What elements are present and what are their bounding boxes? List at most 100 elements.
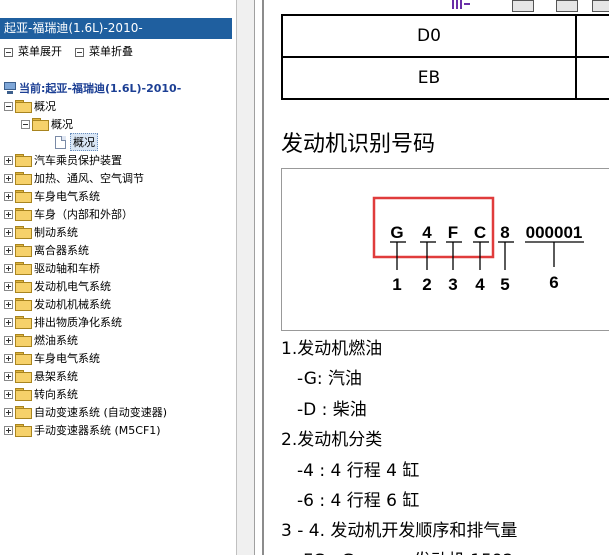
tree-item-body-electrical-2[interactable]: 车身电气系统 [4,349,100,367]
desc-item: -4 : 4 行程 4 缸 [297,461,420,481]
code-char: G [390,223,403,242]
expand-toggle-icon[interactable] [4,227,13,237]
folder-icon [15,388,32,401]
table-cell [575,56,609,100]
table-cell: EB [281,56,577,100]
tree-item-label: 燃油系统 [34,334,78,347]
toolbar-button-1[interactable] [512,0,534,12]
folder-icon [15,208,32,221]
expand-toggle-icon[interactable] [4,245,13,255]
folder-icon [15,172,32,185]
tree-item-hvac[interactable]: 加热、通风、空气调节 [4,169,144,187]
engine-code-table: D0 EB [281,14,609,100]
folder-icon [15,424,32,437]
menu-toolbar: 菜单展开 菜单折叠 [0,43,232,61]
expand-toggle-icon[interactable] [4,335,13,345]
toolbar-button-2[interactable] [556,0,578,12]
folder-icon [15,316,32,329]
collapse-toggle-icon[interactable] [21,119,30,129]
code-char: 4 [422,223,432,242]
expand-toggle-icon[interactable] [4,173,13,183]
panel-splitter[interactable] [236,0,255,555]
tree-item-engine-electrical[interactable]: 发动机电气系统 [4,277,111,295]
folder-icon [15,262,32,275]
current-vehicle[interactable]: 当前:起亚-福瑞迪(1.6L)-2010- [4,79,181,97]
expand-toggle-icon[interactable] [4,407,13,417]
collapse-icon [75,47,84,57]
expand-toggle-icon[interactable] [4,353,13,363]
expand-toggle-icon[interactable] [4,191,13,201]
tree-item-label: 车身电气系统 [34,352,100,365]
desc-heading: 1.发动机燃油 [281,339,383,359]
tree-item-emission[interactable]: 排出物质净化系统 [4,313,122,331]
expand-menu-label: 菜单展开 [18,45,62,58]
table-row: EB [281,56,609,100]
callout-number: 6 [549,273,558,292]
section-title: 发动机识别号码 [281,132,436,157]
tree-item-label: 概况 [34,100,56,113]
folder-icon [15,244,32,257]
tree-item-suspension[interactable]: 悬架系统 [4,367,78,385]
code-char: C [474,223,486,242]
desc-item: -FC : Gamma 发动机 1592 cc [297,546,538,555]
purple-marker-icon [452,0,470,9]
tree-item-steering[interactable]: 转向系统 [4,385,78,403]
expand-menu-button[interactable]: 菜单展开 [4,43,62,61]
folder-icon [15,154,32,167]
tree-item-auto-transmission[interactable]: 自动变速系统 (自动变速器) [4,403,167,421]
tree-item-clutch[interactable]: 离合器系统 [4,241,89,259]
tree-item-body-electrical[interactable]: 车身电气系统 [4,187,100,205]
tree-item-engine-mechanical[interactable]: 发动机机械系统 [4,295,111,313]
tree-item-label: 转向系统 [34,388,78,401]
collapse-toggle-icon[interactable] [4,101,13,111]
folder-icon [15,190,32,203]
expand-toggle-icon[interactable] [4,209,13,219]
tree-item-label: 加热、通风、空气调节 [34,172,144,185]
tree-item-label: 驱动轴和车桥 [34,262,100,275]
folder-icon [15,298,32,311]
tree-item-brake[interactable]: 制动系统 [4,223,78,241]
computer-icon [4,82,16,94]
callout-number: 1 [392,275,401,294]
tree-item-overview-sub[interactable]: 概况 [21,115,73,133]
expand-icon [4,47,13,57]
folder-open-icon [15,100,32,113]
tree-item-label: 汽车乘员保护装置 [34,154,122,167]
expand-toggle-icon[interactable] [4,371,13,381]
tree-item-label: 车身电气系统 [34,190,100,203]
toolbar-button-3[interactable] [592,0,609,12]
tree-item-label: 手动变速器系统 (M5CF1) [34,424,161,437]
expand-toggle-icon[interactable] [4,317,13,327]
collapse-menu-button[interactable]: 菜单折叠 [75,43,133,61]
desc-item: -D : 柴油 [297,400,367,420]
folder-icon [15,406,32,419]
expand-toggle-icon[interactable] [4,299,13,309]
tree-item-overview[interactable]: 概况 [4,97,56,115]
expand-toggle-icon[interactable] [4,155,13,165]
tree-item-body[interactable]: 车身（内部和外部） [4,205,133,223]
tree-item-occupant-protection[interactable]: 汽车乘员保护装置 [4,151,122,169]
engine-number-figure: G 4 F C 8 000001 1 2 3 4 5 6 [281,168,609,331]
tree-item-driveshaft[interactable]: 驱动轴和车桥 [4,259,100,277]
tree-item-label: 自动变速系统 (自动变速器) [34,406,168,419]
expand-toggle-icon[interactable] [4,263,13,273]
tree-item-manual-transmission[interactable]: 手动变速器系统 (M5CF1) [4,421,161,439]
expand-toggle-icon[interactable] [4,389,13,399]
table-cell [575,14,609,58]
tree-item-label: 发动机电气系统 [34,280,111,293]
document-content: D0 EB 发动机识别号码 G 4 F C 8 000001 1 2 3 4 5… [264,0,609,555]
tree-item-label: 概况 [70,133,98,151]
code-char: 8 [500,223,509,242]
document-icon [55,135,66,149]
table-row: D0 [281,14,609,58]
collapse-menu-label: 菜单折叠 [89,45,133,58]
expand-toggle-icon[interactable] [4,425,13,435]
tree-item-label: 排出物质净化系统 [34,316,122,329]
tree-item-overview-page[interactable]: 概况 [55,133,98,151]
navigation-panel: 起亚-福瑞迪(1.6L)-2010- 菜单展开 菜单折叠 当前:起亚-福瑞迪(1… [0,0,236,555]
callout-number: 2 [422,275,431,294]
expand-toggle-icon[interactable] [4,281,13,291]
folder-icon [15,352,32,365]
tree-item-fuel[interactable]: 燃油系统 [4,331,78,349]
callout-number: 5 [500,275,509,294]
